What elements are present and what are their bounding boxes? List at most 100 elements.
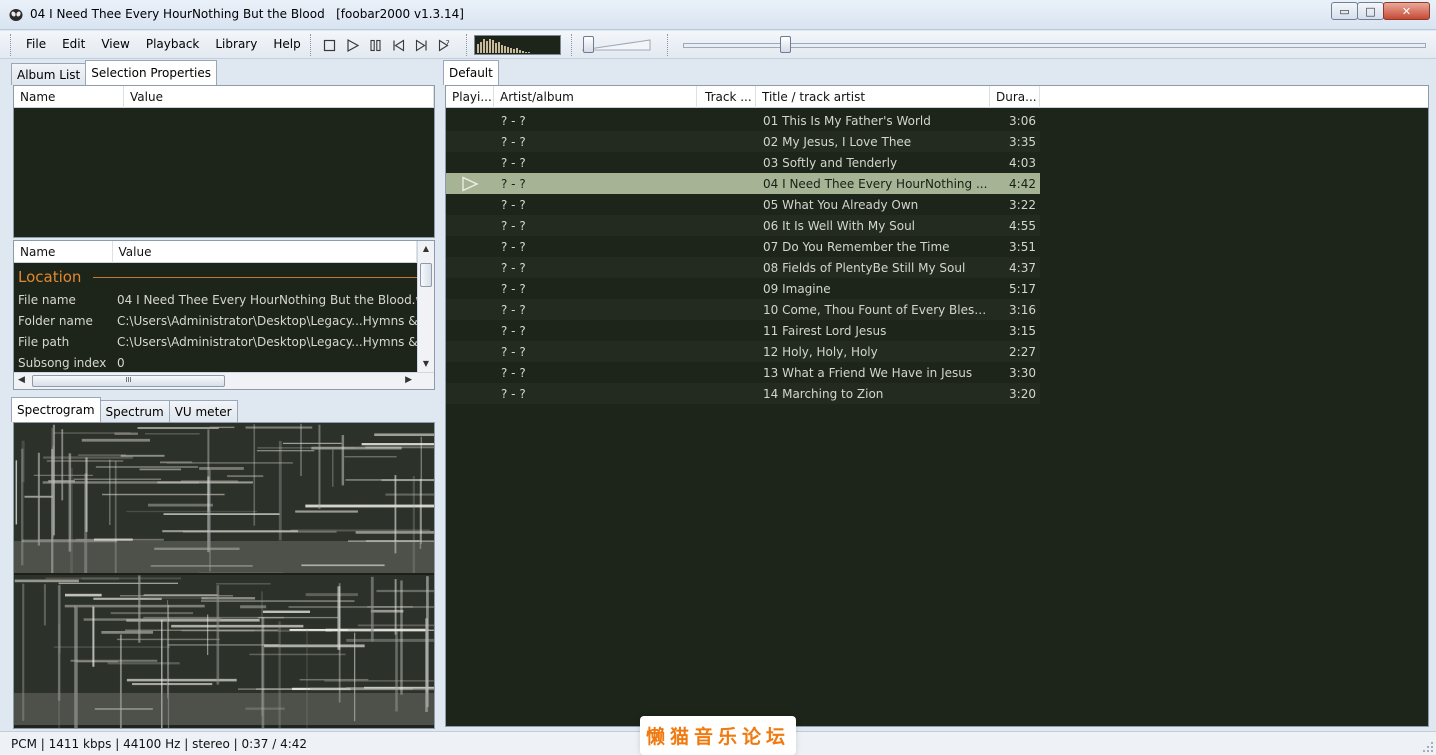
playlist-tab-bar: Default	[443, 60, 499, 85]
pause-icon	[370, 39, 381, 51]
visualization-tab-bar: Spectrogram Spectrum VU meter	[11, 397, 238, 422]
upper-list-panel[interactable]: Name Value	[13, 85, 435, 238]
property-row[interactable]: File name 04 I Need Thee Every HourNothi…	[18, 289, 417, 310]
artist-album-cell: ? - ?	[501, 239, 526, 254]
column-value[interactable]: Value	[113, 241, 417, 263]
mini-visualization-bar	[489, 39, 491, 53]
playlist-row[interactable]: ? - ? 07 Do You Remember the Time 3:51	[446, 236, 1040, 257]
column-duration[interactable]: Dura...	[990, 86, 1040, 108]
playlist-row[interactable]: ? - ? 02 My Jesus, I Love Thee 3:35	[446, 131, 1040, 152]
property-row[interactable]: File path C:\Users\Administrator\Desktop…	[18, 331, 417, 352]
column-value[interactable]: Value	[124, 86, 434, 108]
menu-edit[interactable]: Edit	[54, 37, 93, 51]
playlist-row[interactable]: ? - ? 01 This Is My Father's World 3:06	[446, 110, 1040, 131]
scroll-thumb[interactable]	[420, 263, 432, 287]
toolbar-grip[interactable]	[310, 34, 313, 56]
properties-panel[interactable]: Name Value Location File name 04 I Need …	[13, 240, 435, 390]
resize-grip-icon[interactable]	[1422, 741, 1434, 753]
artist-album-cell: ? - ?	[501, 176, 526, 191]
playlist-row[interactable]: ? - ? 10 Come, Thou Fount of Every Blessi…	[446, 299, 1040, 320]
column-artist-album[interactable]: Artist/album	[494, 86, 697, 108]
property-row[interactable]: Folder name C:\Users\Administrator\Deskt…	[18, 310, 417, 331]
volume-thumb[interactable]	[583, 36, 595, 53]
property-row[interactable]: Subsong index 0	[18, 352, 417, 373]
property-name: File name	[18, 292, 76, 307]
artist-album-cell: ? - ?	[501, 134, 526, 149]
playlist-row[interactable]: ? - ? 14 Marching to Zion 3:20	[446, 383, 1040, 404]
tab-spectrogram[interactable]: Spectrogram	[11, 397, 101, 422]
playlist-row[interactable]: ? - ? 08 Fields of PlentyBe Still My Soul…	[446, 257, 1040, 278]
stop-button[interactable]	[318, 36, 341, 54]
scroll-thumb[interactable]: III	[32, 375, 225, 387]
toolbar-grip[interactable]	[571, 34, 574, 56]
toolbar-grip[interactable]	[667, 34, 670, 56]
minimize-button[interactable]: ▭	[1331, 2, 1358, 20]
duration-cell: 3:35	[1009, 134, 1036, 149]
next-button[interactable]	[410, 36, 433, 54]
left-tab-bar: Album List Selection Properties	[11, 60, 218, 85]
toolbar-grip[interactable]	[466, 34, 469, 56]
tab-album-list[interactable]: Album List	[11, 63, 87, 85]
column-title[interactable]: Title / track artist	[756, 86, 990, 108]
properties-vertical-scrollbar[interactable]: ▲ ▼	[417, 241, 434, 372]
scroll-down-icon[interactable]: ▼	[418, 356, 434, 372]
menu-playback[interactable]: Playback	[138, 37, 208, 51]
playlist-row[interactable]: ? - ? 03 Softly and Tenderly 4:03	[446, 152, 1040, 173]
property-value: 0	[117, 355, 125, 370]
mini-visualization[interactable]	[474, 35, 561, 55]
duration-cell: 4:42	[1009, 176, 1036, 191]
seek-thumb[interactable]	[779, 36, 791, 53]
maximize-button[interactable]: □	[1357, 2, 1384, 20]
volume-slider[interactable]	[580, 36, 652, 53]
scroll-right-icon[interactable]: ▶	[405, 375, 412, 385]
playlist-row[interactable]: ? - ? 12 Holy, Holy, Holy 2:27	[446, 341, 1040, 362]
title-cell: 11 Fairest Lord Jesus	[763, 323, 887, 338]
menu-library[interactable]: Library	[207, 37, 265, 51]
tab-spectrum[interactable]: Spectrum	[99, 400, 170, 422]
title-cell: 07 Do You Remember the Time	[763, 239, 950, 254]
tab-vu-meter[interactable]: VU meter	[168, 400, 238, 422]
random-button[interactable]: ?	[433, 36, 456, 54]
menu-help[interactable]: Help	[265, 37, 308, 51]
column-playing[interactable]: Playi...	[446, 86, 494, 108]
tab-playlist-default[interactable]: Default	[443, 60, 499, 85]
properties-horizontal-scrollbar[interactable]: ◀ III ▶	[14, 372, 434, 389]
column-track[interactable]: Track ...	[697, 86, 756, 108]
toolbar-grip[interactable]	[10, 34, 13, 56]
tab-selection-properties[interactable]: Selection Properties	[85, 60, 218, 85]
menu-file[interactable]: File	[18, 37, 54, 51]
spectrogram-view[interactable]	[13, 422, 435, 729]
status-text: PCM | 1411 kbps | 44100 Hz | stereo | 0:…	[11, 737, 308, 751]
playlist-row[interactable]: ? - ? 06 It Is Well With My Soul 4:55	[446, 215, 1040, 236]
group-header-location: Location	[18, 267, 430, 287]
artist-album-cell: ? - ?	[501, 155, 526, 170]
column-name[interactable]: Name	[14, 86, 124, 108]
playlist-row[interactable]: ? - ? 13 What a Friend We Have in Jesus 3:…	[446, 362, 1040, 383]
play-button[interactable]	[341, 36, 364, 54]
title-cell: 14 Marching to Zion	[763, 386, 884, 401]
duration-cell: 4:03	[1009, 155, 1036, 170]
duration-cell: 3:51	[1009, 239, 1036, 254]
playlist-row[interactable]: ? - ? 05 What You Already Own 3:22	[446, 194, 1040, 215]
playlist-row[interactable]: ? - ? 09 Imagine 5:17	[446, 278, 1040, 299]
scroll-left-icon[interactable]: ◀	[18, 375, 25, 385]
title-cell: 09 Imagine	[763, 281, 831, 296]
close-icon: ✕	[1401, 4, 1412, 18]
property-name: Subsong index	[18, 355, 107, 370]
column-name[interactable]: Name	[14, 241, 113, 263]
menu-view[interactable]: View	[93, 37, 137, 51]
previous-button[interactable]	[387, 36, 410, 54]
playlist-view[interactable]: Playi... Artist/album Track ... Title / …	[445, 85, 1429, 727]
scroll-up-icon[interactable]: ▲	[418, 241, 434, 257]
minimize-icon: ▭	[1339, 4, 1350, 18]
close-button[interactable]: ✕	[1383, 2, 1430, 20]
playlist-row[interactable]: ? - ? 11 Fairest Lord Jesus 3:15	[446, 320, 1040, 341]
mini-visualization-bar	[519, 50, 521, 53]
pause-button[interactable]	[364, 36, 387, 54]
artist-album-cell: ? - ?	[501, 302, 526, 317]
seek-bar[interactable]	[683, 36, 1426, 53]
title-cell: 05 What You Already Own	[763, 197, 919, 212]
playlist-row[interactable]: ? - ? 04 I Need Thee Every HourNothing ..…	[446, 173, 1040, 194]
duration-cell: 2:27	[1009, 344, 1036, 359]
mini-visualization-bars	[477, 39, 530, 53]
